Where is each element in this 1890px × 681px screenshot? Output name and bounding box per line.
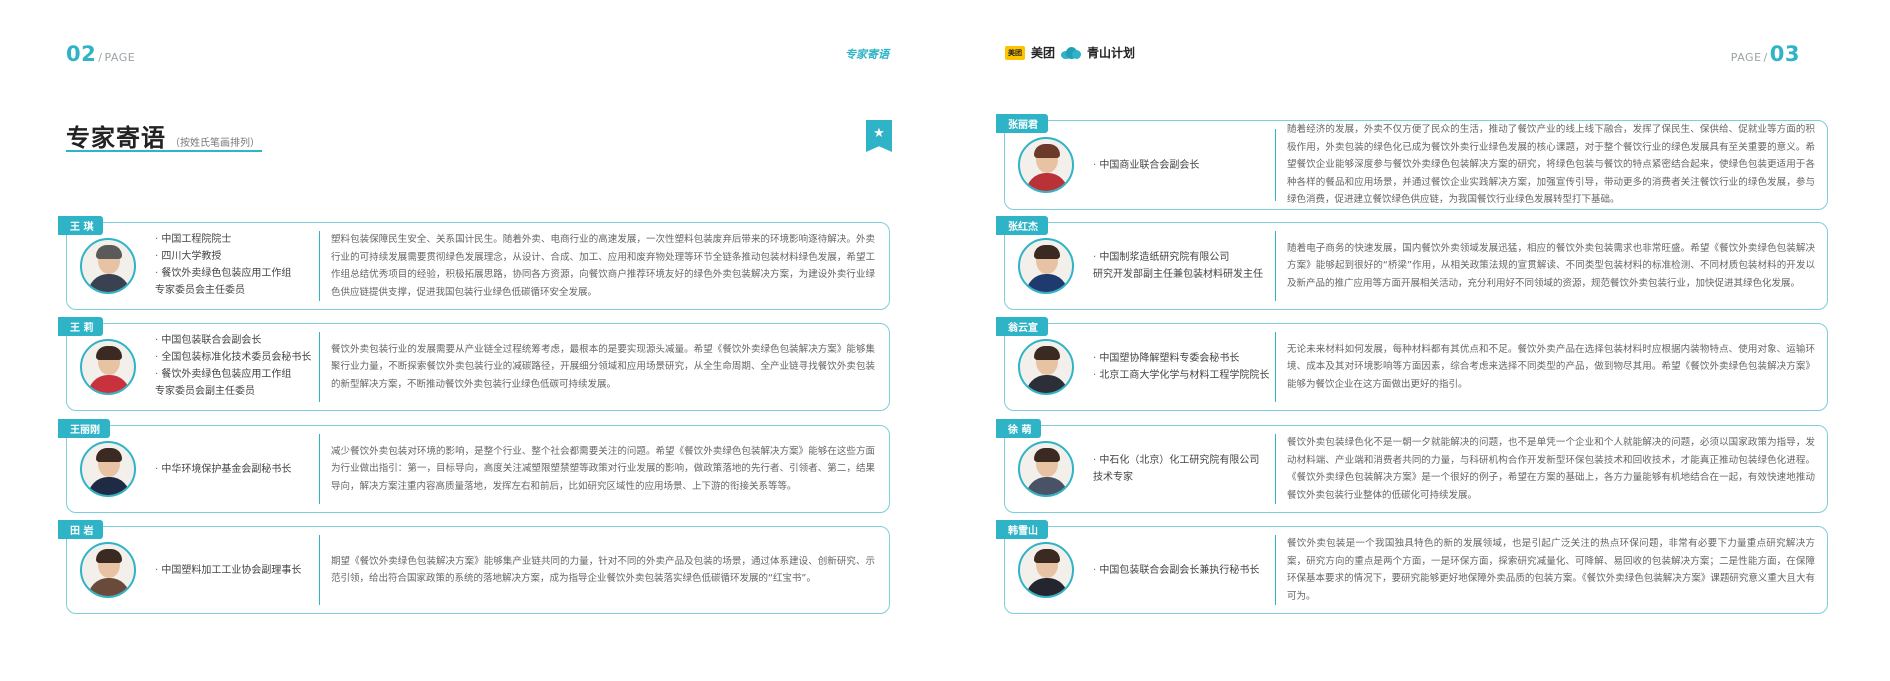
expert-title-line: 四川大学教授 [155, 248, 291, 265]
page-number: 03 [1769, 42, 1800, 66]
page-number-left: 02/PAGE [66, 42, 136, 66]
expert-card: 王 琪 中国工程院院士 四川大学教授 餐饮外卖绿色包装应用工作组 专家委员会主任… [58, 216, 890, 310]
card-divider [1275, 332, 1276, 402]
page-title: 专家寄语 [66, 124, 166, 152]
expert-name-tag: 徐 萌 [996, 419, 1042, 438]
meituan-logo-icon: 美团 [1005, 45, 1025, 60]
brand-meituan: 美团 [1031, 46, 1056, 60]
expert-card: 韩雪山 中国包装联合会副会长兼执行秘书长 餐饮外卖包装是一个我国独具特色的新的发… [996, 520, 1828, 614]
expert-titles: 中国包装联合会副会长兼执行秘书长 [1093, 562, 1259, 579]
expert-photo [1018, 339, 1074, 395]
card-divider [1275, 434, 1276, 504]
expert-title-line: 中石化（北京）化工研究院有限公司 [1093, 452, 1259, 469]
expert-name-tag: 田 岩 [58, 520, 104, 539]
expert-card: 张红杰 中国制浆造纸研究院有限公司 研究开发部副主任兼包装材料研发主任 随着电子… [996, 216, 1828, 310]
card-divider [1275, 129, 1276, 201]
expert-photo [80, 339, 136, 395]
expert-title-line: 全国包装标准化技术委员会秘书长 [155, 349, 311, 366]
card-divider [319, 535, 320, 605]
expert-name-tag: 翁云宣 [996, 317, 1048, 336]
expert-titles: 中石化（北京）化工研究院有限公司 技术专家 [1093, 452, 1259, 486]
expert-name-tag: 王 莉 [58, 317, 104, 336]
expert-title-line: 研究开发部副主任兼包装材料研发主任 [1093, 269, 1263, 280]
expert-card: 张丽君 中国商业联合会副会长 随着经济的发展，外卖不仅方便了民众的生活，推动了餐… [996, 114, 1828, 210]
card-divider [1275, 231, 1276, 301]
section-title: 专家寄语 （按姓氏笔画排列） [66, 118, 260, 153]
expert-title-line: 餐饮外卖绿色包装应用工作组 [155, 366, 311, 383]
qingshan-cloud-icon [1061, 46, 1082, 59]
page-label: PAGE [104, 51, 136, 64]
expert-title-line: 北京工商大学化学与材料工程学院院长 [1093, 367, 1269, 384]
expert-quote: 减少餐饮外卖包装对环境的影响，是整个行业、整个社会都需要关注的问题。希望《餐饮外… [331, 445, 875, 492]
expert-photo [80, 238, 136, 294]
expert-title-line: 专家委员会副主任委员 [155, 386, 255, 397]
expert-photo [1018, 542, 1074, 598]
expert-title-line: 中国商业联合会副会长 [1093, 157, 1199, 174]
expert-name-tag: 张丽君 [996, 114, 1048, 133]
expert-quote: 随着电子商务的快速发展，国内餐饮外卖领域发展迅猛，相应的餐饮外卖包装需求也非常旺… [1287, 242, 1815, 289]
expert-photo [1018, 441, 1074, 497]
right-page: 美团 美团 青山计划 PAGE/03 张丽君 中国商业联合会副会长 随着经济的发… [945, 0, 1890, 681]
expert-photo [80, 542, 136, 598]
expert-title-line: 餐饮外卖绿色包装应用工作组 [155, 265, 291, 282]
expert-title-line: 中国包装联合会副会长兼执行秘书长 [1093, 562, 1259, 579]
bookmark-star-icon: ★ [866, 120, 892, 152]
expert-quote: 无论未来材料如何发展，每种材料都有其优点和不足。餐饮外卖产品在选择包装材料时应根… [1287, 343, 1815, 390]
expert-card: 翁云宣 中国塑协降解塑料专委会秘书长 北京工商大学化学与材料工程学院院长 无论未… [996, 317, 1828, 411]
expert-titles: 中国制浆造纸研究院有限公司 研究开发部副主任兼包装材料研发主任 [1093, 249, 1263, 283]
title-underline [66, 150, 262, 152]
expert-title-line: 技术专家 [1093, 472, 1133, 483]
expert-quote: 餐饮外卖包装绿色化不是一朝一夕就能解决的问题，也不是单凭一个企业和个人就能解决的… [1287, 437, 1815, 501]
card-divider [319, 332, 320, 402]
page-label: PAGE [1730, 51, 1762, 64]
expert-quote: 餐饮外卖包装行业的发展需要从产业链全过程统筹考虑，最根本的是要实现源头减量。希望… [331, 343, 875, 390]
page-number-right: PAGE/03 [1730, 42, 1800, 66]
expert-titles: 中国塑协降解塑料专委会秘书长 北京工商大学化学与材料工程学院院长 [1093, 350, 1269, 384]
expert-card: 田 岩 中国塑料加工工业协会副理事长 期望《餐饮外卖绿色包装解决方案》能够集产业… [58, 520, 890, 614]
expert-title-line: 专家委员会主任委员 [155, 285, 245, 296]
expert-card: 王丽刚 中华环境保护基金会副秘书长 减少餐饮外卖包装对环境的影响，是整个行业、整… [58, 419, 890, 513]
expert-name-tag: 王 琪 [58, 216, 104, 235]
expert-name-tag: 韩雪山 [996, 520, 1048, 539]
star-icon: ★ [873, 126, 885, 141]
expert-quote: 餐饮外卖包装是一个我国独具特色的新的发展领域，也是引起广泛关注的热点环保问题，非… [1287, 538, 1815, 602]
expert-photo [1018, 238, 1074, 294]
expert-titles: 中国塑料加工工业协会副理事长 [155, 562, 301, 579]
left-page: 02/PAGE 专家寄语 专家寄语 （按姓氏笔画排列） ★ 王 琪 中国工程院院… [0, 0, 945, 681]
expert-titles: 中国工程院院士 四川大学教授 餐饮外卖绿色包装应用工作组 专家委员会主任委员 [155, 231, 291, 299]
expert-titles: 中国商业联合会副会长 [1093, 157, 1199, 174]
expert-card: 徐 萌 中石化（北京）化工研究院有限公司 技术专家 餐饮外卖包装绿色化不是一朝一… [996, 419, 1828, 513]
expert-title-line: 中华环境保护基金会副秘书长 [155, 461, 291, 478]
card-divider [1275, 535, 1276, 605]
title-note: （按姓氏笔画排列） [170, 138, 260, 149]
expert-card: 王 莉 中国包装联合会副会长 全国包装标准化技术委员会秘书长 餐饮外卖绿色包装应… [58, 317, 890, 411]
expert-title-line: 中国塑协降解塑料专委会秘书长 [1093, 350, 1269, 367]
expert-titles: 中华环境保护基金会副秘书长 [155, 461, 291, 478]
expert-title-line: 中国工程院院士 [155, 231, 291, 248]
expert-quote: 塑料包装保障民生安全、关系国计民生。随着外卖、电商行业的高速发展，一次性塑料包装… [331, 234, 875, 298]
page-number: 02 [66, 42, 97, 66]
expert-title-line: 中国包装联合会副会长 [155, 332, 311, 349]
running-head: 专家寄语 [845, 48, 889, 61]
expert-title-line: 中国制浆造纸研究院有限公司 [1093, 249, 1263, 266]
expert-name-tag: 张红杰 [996, 216, 1048, 235]
expert-photo [80, 441, 136, 497]
expert-titles: 中国包装联合会副会长 全国包装标准化技术委员会秘书长 餐饮外卖绿色包装应用工作组… [155, 332, 311, 400]
expert-quote: 随着经济的发展，外卖不仅方便了民众的生活，推动了餐饮产业的线上线下融合，发挥了保… [1287, 124, 1815, 206]
expert-quote: 期望《餐饮外卖绿色包装解决方案》能够集产业链共同的力量，针对不同的外卖产品及包装… [331, 555, 875, 585]
expert-photo [1018, 137, 1074, 193]
expert-title-line: 中国塑料加工工业协会副理事长 [155, 562, 301, 579]
brand-header: 美团 美团 青山计划 [1005, 44, 1135, 61]
card-divider [319, 434, 320, 504]
expert-name-tag: 王丽刚 [58, 419, 110, 438]
card-divider [319, 231, 320, 301]
brand-plan: 青山计划 [1087, 46, 1136, 60]
